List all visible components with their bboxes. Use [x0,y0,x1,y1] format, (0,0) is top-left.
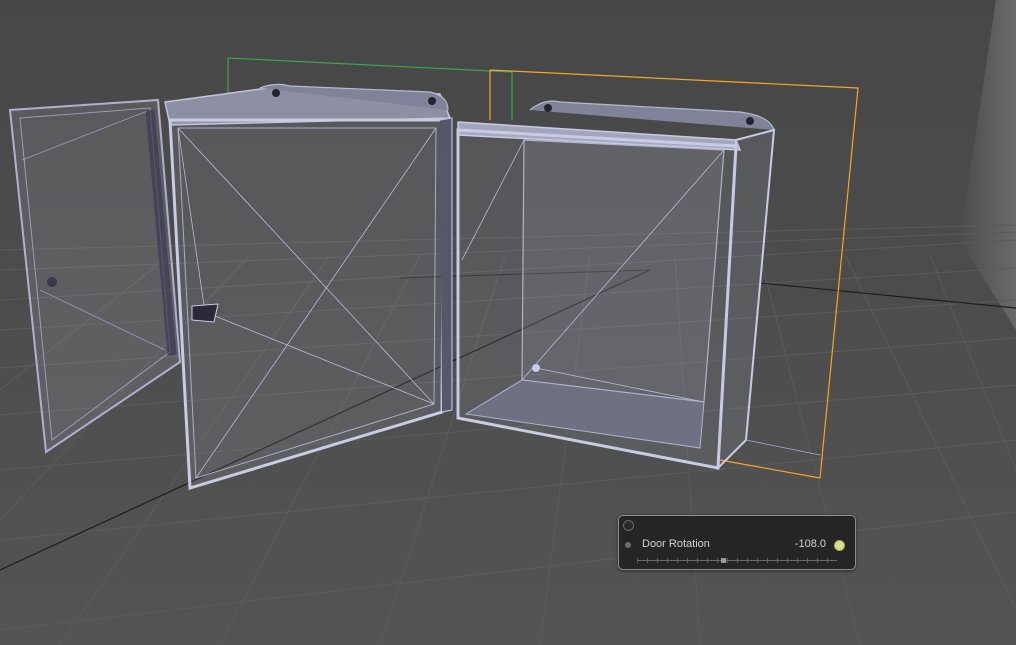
mount-hole-icon [428,97,436,105]
mount-hole-icon [544,104,552,112]
door-latch-icon [191,303,219,323]
mount-hole-icon [746,117,754,125]
slider-thumb[interactable] [721,558,726,563]
slider-track [637,560,837,561]
pivot-point-icon [532,364,540,372]
parameter-value[interactable]: -108.0 [795,538,826,550]
parameter-label: Door Rotation [642,538,710,550]
close-circle-icon[interactable] [623,520,634,531]
parameter-indicator-icon [625,542,631,548]
hinge-icon [47,277,57,287]
mount-hole-icon [272,89,280,97]
3d-viewport[interactable]: Door Rotation -108.0 [0,0,1016,645]
viewport-canvas[interactable] [0,0,1016,645]
door-rotation-row[interactable]: Door Rotation -108.0 [619,535,855,555]
keyframe-icon[interactable] [834,540,845,551]
door-rotation-slider[interactable] [637,557,837,565]
parameter-hud[interactable]: Door Rotation -108.0 [618,515,856,570]
